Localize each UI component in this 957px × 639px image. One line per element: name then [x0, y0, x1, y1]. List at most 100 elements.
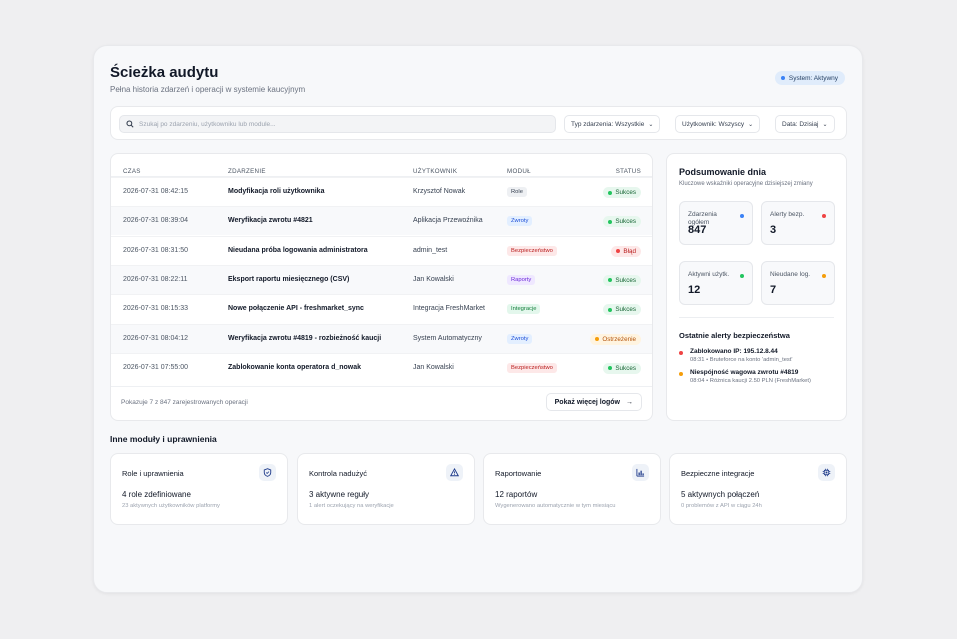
- module-badge-label: Integracje: [507, 304, 541, 315]
- arrow-right-icon: →: [626, 398, 633, 406]
- chevron-down-icon: ⌄: [648, 121, 654, 128]
- show-more-logs-label: Pokaż więcej logów: [554, 398, 620, 406]
- stat-dot-icon: [740, 274, 744, 278]
- status-dot-icon: [780, 76, 785, 80]
- cell-user: Integracja FreshMarket: [413, 305, 485, 313]
- alert-title: Niespójność wagowa zwrotu #4819: [690, 369, 799, 376]
- table-row[interactable]: 2026-07-31 07:55:00 Zablokowanie konta op…: [111, 352, 652, 382]
- other-modules-title: Inne moduły i uprawnienia: [110, 434, 217, 444]
- table-row[interactable]: 2026-07-31 08:39:04 Weryfikacja zwrotu #4…: [111, 206, 652, 236]
- module-card-reporting[interactable]: Raportowanie 12 raportów Wygenerowano au…: [483, 453, 661, 525]
- table-row[interactable]: 2026-07-31 08:31:50 Nieudana próba logowa…: [111, 235, 652, 265]
- search-placeholder: Szukaj po zdarzeniu, użytkowniku lub mod…: [139, 120, 276, 128]
- table-row[interactable]: 2026-07-31 08:22:11 Eksport raportu miesi…: [111, 264, 652, 294]
- cell-time: 2026-07-31 08:31:50: [123, 246, 188, 254]
- stat-label: Alerty bezp.: [770, 211, 805, 218]
- alert-meta: 08:31 • Bruteforce na konto 'admin_test': [690, 357, 793, 363]
- cell-user: Jan Kowalski: [413, 275, 454, 283]
- summary-subtitle: Kluczowe wskaźniki operacyjne dzisiejsze…: [679, 181, 813, 187]
- event-type-filter[interactable]: Typ zdarzenia: Wszystkie ⌄: [564, 115, 661, 133]
- shield-icon: [259, 464, 276, 481]
- column-header-module[interactable]: MODUŁ: [507, 168, 531, 175]
- warning-icon: [446, 464, 463, 481]
- stat-card-security-alerts: Alerty bezp. 3: [761, 201, 835, 245]
- module-title: Kontrola nadużyć: [309, 469, 367, 478]
- date-filter[interactable]: Data: Dzisiaj ⌄: [775, 115, 835, 133]
- status-dot-icon: [608, 366, 613, 371]
- stat-card-failed-logins: Nieudane log. 7: [761, 261, 835, 305]
- chip-icon: [818, 464, 835, 481]
- status-badge-label: Ostrzeżenie: [602, 335, 636, 343]
- module-card-fraud-control[interactable]: Kontrola nadużyć 3 aktywne reguły 1 aler…: [297, 453, 475, 525]
- status-badge: Sukces: [603, 274, 641, 286]
- search-input[interactable]: Szukaj po zdarzeniu, użytkowniku lub mod…: [119, 115, 556, 133]
- cell-time: 2026-07-31 08:15:33: [123, 305, 188, 313]
- module-badge-label: Zwroty: [507, 216, 533, 227]
- security-alerts-title: Ostatnie alerty bezpieczeństwa: [679, 331, 790, 340]
- module-badge-label: Bezpieczeństwo: [507, 362, 557, 373]
- show-more-logs-button[interactable]: Pokaż więcej logów →: [545, 393, 642, 411]
- column-header-time[interactable]: CZAS: [123, 168, 141, 175]
- cell-time: 2026-07-31 08:39:04: [123, 217, 188, 225]
- chevron-down-icon: ⌄: [822, 121, 828, 128]
- module-title: Role i uprawnienia: [122, 469, 184, 478]
- cell-user: Krzysztof Nowak: [413, 188, 466, 195]
- module-description: 1 alert oczekujący na weryfikacje: [309, 503, 394, 509]
- status-dot-icon: [608, 190, 613, 195]
- module-badge-label: Raporty: [507, 274, 536, 285]
- stat-label: Aktywni użytk.: [688, 271, 730, 278]
- module-description: 0 problemów z API w ciągu 24h: [681, 503, 762, 509]
- module-description: 23 aktywnych użytkowników platformy: [122, 503, 220, 509]
- column-header-user[interactable]: UŻYTKOWNIK: [413, 168, 457, 175]
- module-card-integrations[interactable]: Bezpieczne integracje 5 aktywnych połącz…: [669, 453, 847, 525]
- audit-log-table: CZAS ZDARZENIE UŻYTKOWNIK MODUŁ STATUS 2…: [110, 153, 653, 421]
- status-badge-label: Błąd: [623, 247, 636, 255]
- column-header-event[interactable]: ZDARZENIE: [228, 168, 266, 175]
- alert-dot-icon: [679, 351, 683, 355]
- cell-event: Nieudana próba logowania administratora: [228, 246, 368, 254]
- status-dot-icon: [608, 307, 613, 312]
- module-title: Raportowanie: [495, 469, 542, 478]
- system-status-label: System: Aktywny: [788, 74, 838, 82]
- status-dot-icon: [595, 337, 600, 341]
- table-row[interactable]: 2026-07-31 08:42:15 Modyfikacja roli użyt…: [111, 177, 652, 206]
- module-card-roles[interactable]: Role i uprawnienia 4 role zdefiniowane 2…: [110, 453, 288, 525]
- status-badge: Błąd: [611, 245, 641, 257]
- module-badge: Bezpieczeństwo: [507, 362, 557, 373]
- alert-title: Zablokowano IP: 195.12.8.44: [690, 348, 778, 355]
- status-badge: Sukces: [603, 362, 641, 374]
- module-badge: Role: [507, 187, 527, 197]
- page-header: Ścieżka audytu Pełna historia zdarzeń i …: [110, 64, 305, 94]
- status-badge-label: Sukces: [615, 276, 636, 284]
- stat-label: Nieudane log.: [770, 271, 811, 278]
- table-row[interactable]: 2026-07-31 08:04:12 Weryfikacja zwrotu #4…: [111, 323, 652, 353]
- status-badge: Ostrzeżenie: [590, 333, 641, 345]
- status-badge: Sukces: [603, 216, 641, 228]
- footer-divider: [111, 386, 652, 387]
- module-value: 4 role zdefiniowane: [122, 490, 191, 499]
- module-title: Bezpieczne integracje: [681, 469, 755, 478]
- column-header-status[interactable]: STATUS: [616, 168, 641, 175]
- status-dot-icon: [608, 278, 613, 283]
- filter-bar: Szukaj po zdarzeniu, użytkowniku lub mod…: [110, 106, 847, 140]
- module-badge-label: Role: [507, 187, 527, 197]
- stat-dot-icon: [822, 274, 826, 278]
- cell-event: Modyfikacja roli użytkownika: [228, 188, 325, 195]
- bar-chart-icon: [632, 464, 649, 481]
- module-description: Wygenerowano automatycznie w tym miesiąc…: [495, 503, 616, 509]
- stat-value: 3: [770, 224, 777, 236]
- cell-user: admin_test: [413, 246, 448, 254]
- cell-event: Eksport raportu miesięcznego (CSV): [228, 275, 350, 283]
- event-type-filter-label: Typ zdarzenia: Wszystkie: [571, 120, 645, 128]
- cell-event: Weryfikacja zwrotu #4819 - rozbieżność k…: [228, 334, 382, 342]
- page-title: Ścieżka audytu: [110, 64, 219, 81]
- module-value: 3 aktywne reguły: [309, 490, 370, 499]
- table-row[interactable]: 2026-07-31 08:15:33 Nowe połączenie API -…: [111, 294, 652, 323]
- module-badge: Zwroty: [507, 216, 533, 227]
- module-value: 5 aktywnych połączeń: [681, 490, 760, 499]
- stat-card-active-users: Aktywni użytk. 12: [679, 261, 753, 305]
- user-filter[interactable]: Użytkownik: Wszyscy ⌄: [675, 115, 761, 133]
- search-icon: [126, 120, 134, 128]
- alert-meta: 08:04 • Różnica kaucji 2.50 PLN (FreshMa…: [690, 378, 811, 384]
- cell-event: Zablokowanie konta operatora d_nowak: [228, 363, 362, 371]
